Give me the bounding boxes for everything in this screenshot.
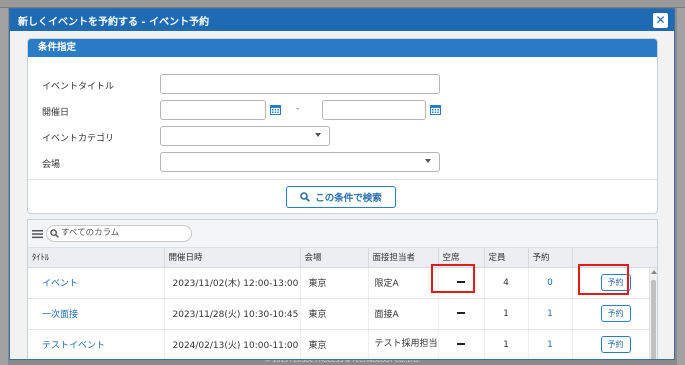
- column-header-interviewer[interactable]: 面接担当者: [368, 248, 439, 268]
- vacancy-cell: [438, 298, 485, 330]
- event-datetime: 2024/02/13(火) 10:00-11:00: [164, 329, 301, 359]
- grid-toolbar: すべてのカラム: [28, 220, 657, 248]
- date-label: 開催日: [42, 108, 70, 118]
- event-interviewer: テスト採用担当: [368, 329, 439, 359]
- conditions-panel: 条件指定 イベントタイトル 開催日 - イベントカテゴリ 会場 この条件で検索: [27, 38, 658, 214]
- search-button[interactable]: この条件で検索: [286, 186, 396, 208]
- event-title-link[interactable]: 一次面接: [28, 298, 165, 330]
- event-venue: 東京: [300, 298, 369, 330]
- capacity-cell: 1: [484, 298, 529, 330]
- capacity-cell: 4: [484, 267, 529, 299]
- background-left-panel: [0, 8, 8, 365]
- calendar-icon[interactable]: [430, 104, 441, 115]
- vacancy-dash-icon: [457, 343, 465, 345]
- close-icon[interactable]: ✕: [653, 12, 668, 28]
- background-header: [0, 0, 685, 8]
- vacancy-dash-icon: [457, 281, 465, 283]
- divider: [28, 179, 657, 180]
- event-datetime: 2023/11/28(火) 10:30-10:45: [164, 298, 301, 330]
- chevron-down-icon: [315, 133, 321, 137]
- column-header-venue[interactable]: 会場: [300, 248, 369, 268]
- action-cell: 予約: [572, 298, 657, 330]
- vacancy-cell: [438, 329, 485, 359]
- reserved-count[interactable]: 1: [528, 329, 573, 359]
- vertical-scrollbar[interactable]: [649, 268, 657, 359]
- reserve-button[interactable]: 予約: [600, 305, 631, 322]
- chevron-down-icon: [425, 159, 431, 163]
- event-venue: 東京: [300, 267, 369, 299]
- reserve-button[interactable]: 予約: [600, 274, 631, 291]
- search-icon: [300, 192, 311, 202]
- venue-select[interactable]: [160, 152, 440, 172]
- date-from-input[interactable]: [160, 100, 266, 120]
- table-row: テストイベント 2024/02/13(火) 10:00-11:00 東京 テスト…: [28, 329, 657, 359]
- search-button-label: この条件で検索: [315, 193, 382, 204]
- table-row: 一次面接 2023/11/28(火) 10:30-10:45 東京 面接A 1 …: [28, 298, 657, 330]
- event-title-input[interactable]: [160, 74, 440, 94]
- vacancy-dash-icon: [457, 312, 465, 314]
- vacancy-cell: [438, 267, 485, 299]
- column-header-title[interactable]: ﾀｲﾄﾙ: [28, 248, 165, 268]
- category-select[interactable]: [160, 126, 330, 146]
- event-datetime: 2023/11/02(木) 12:00-13:00: [164, 267, 301, 299]
- event-title-label: イベントタイトル: [42, 82, 115, 92]
- event-title-link[interactable]: イベント: [28, 267, 165, 299]
- conditions-header: 条件指定: [28, 39, 657, 57]
- reserved-count[interactable]: 0: [528, 267, 573, 299]
- capacity-cell: 1: [484, 329, 529, 359]
- column-search-placeholder: すべてのカラム: [61, 228, 120, 238]
- column-header-datetime[interactable]: 開催日時: [164, 248, 301, 268]
- reservation-modal: 新しくイベントを予約する - イベント予約 ✕ 条件指定 イベントタイトル 開催…: [9, 8, 675, 360]
- date-separator: -: [296, 104, 300, 114]
- modal-header: 新しくイベントを予約する - イベント予約 ✕: [10, 9, 674, 31]
- event-venue: 東京: [300, 329, 369, 359]
- menu-icon[interactable]: [32, 229, 43, 239]
- column-search-input[interactable]: すべてのカラム: [46, 225, 192, 242]
- column-header-action: [572, 248, 657, 268]
- table-row: イベント 2023/11/02(木) 12:00-13:00 東京 限定A 4 …: [28, 267, 657, 299]
- table-header-row: ﾀｲﾄﾙ 開催日時 会場 面接担当者 空席 定員 予約: [28, 248, 657, 268]
- venue-label: 会場: [42, 160, 61, 170]
- search-icon: [50, 229, 59, 238]
- column-header-vacancy[interactable]: 空席: [438, 248, 485, 268]
- background-right-panel: [677, 8, 685, 365]
- reserve-button[interactable]: 予約: [600, 336, 631, 353]
- date-to-input[interactable]: [322, 100, 426, 120]
- action-cell: 予約: [572, 267, 657, 299]
- action-cell: 予約: [572, 329, 657, 359]
- column-header-reserved[interactable]: 予約: [528, 248, 573, 268]
- column-header-capacity[interactable]: 定員: [484, 248, 529, 268]
- category-label: イベントカテゴリ: [42, 134, 115, 144]
- modal-title: 新しくイベントを予約する - イベント予約: [18, 16, 210, 28]
- reserved-count[interactable]: 1: [528, 298, 573, 330]
- results-table: ﾀｲﾄﾙ 開催日時 会場 面接担当者 空席 定員 予約 イベント 2023/11…: [28, 248, 657, 359]
- scrollbar-thumb[interactable]: [651, 280, 656, 359]
- event-interviewer: 面接A: [368, 298, 439, 330]
- scroll-up-icon[interactable]: [651, 270, 657, 274]
- event-title-link[interactable]: テストイベント: [28, 329, 165, 359]
- results-grid: すべてのカラム ﾀｲﾄﾙ 開催日時 会場 面接担当者 空席 定員 予約 イベント…: [27, 219, 658, 359]
- calendar-icon[interactable]: [270, 104, 281, 115]
- event-interviewer: 限定A: [368, 267, 439, 299]
